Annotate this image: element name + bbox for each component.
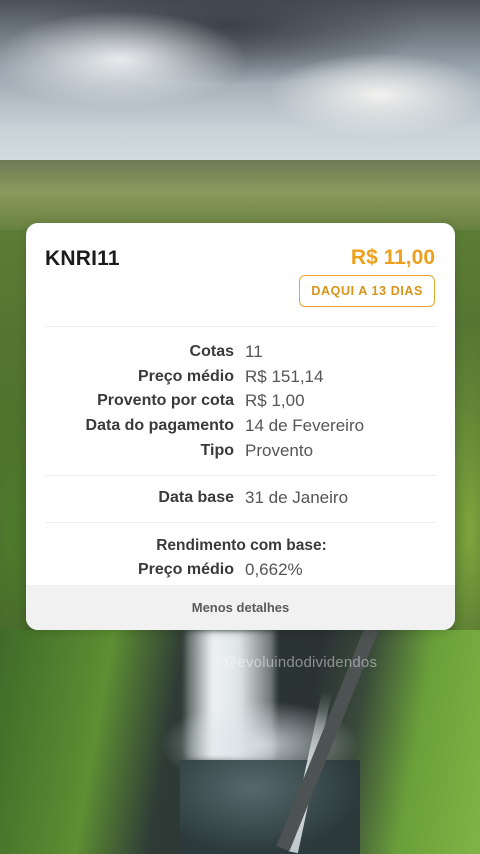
rendimento-section: Rendimento com base: Preço médio 0,662%	[26, 523, 455, 595]
rendimento-title: Rendimento com base:	[156, 536, 327, 554]
less-details-button[interactable]: Menos detalhes	[26, 585, 455, 630]
detail-row-cotas: Cotas 11	[26, 340, 455, 365]
card-header: KNRI11 R$ 11,00 DAQUI A 13 DIAS	[26, 223, 455, 326]
detail-label: Data do pagamento	[85, 417, 234, 435]
detail-label: Preço médio	[137, 367, 234, 385]
detail-label: Tipo	[200, 441, 234, 459]
details-list: Cotas 11 Preço médio R$ 151,14 Provento …	[26, 327, 455, 463]
ticker-symbol: KNRI11	[45, 247, 120, 270]
pool	[180, 760, 360, 854]
detail-row-tipo: Tipo Provento	[26, 438, 455, 463]
detail-value: Provento	[245, 440, 314, 460]
detail-value: 0,662%	[245, 559, 303, 579]
detail-label: Provento por cota	[97, 392, 234, 410]
base-date-section: Data base 31 de Janeiro	[26, 476, 455, 522]
detail-label: Preço médio	[137, 560, 234, 578]
detail-row-provento-por-cota: Provento por cota R$ 1,00	[26, 389, 455, 414]
watermark: @evoluindodividendos	[222, 654, 378, 671]
detail-row-data-base: Data base 31 de Janeiro	[26, 486, 455, 511]
dividend-amount: R$ 11,00	[350, 246, 435, 269]
detail-row-rendimento: Preço médio 0,662%	[26, 558, 455, 583]
dividend-card: KNRI11 R$ 11,00 DAQUI A 13 DIAS Cotas 11…	[26, 223, 455, 630]
detail-value: 14 de Fevereiro	[245, 416, 365, 436]
detail-value: 31 de Janeiro	[245, 488, 349, 508]
detail-label: Cotas	[189, 343, 234, 361]
detail-label: Data base	[158, 489, 234, 507]
detail-row-data-pagamento: Data do pagamento 14 de Fevereiro	[26, 414, 455, 439]
detail-value: 11	[245, 342, 263, 362]
detail-row-preco-medio: Preço médio R$ 151,14	[26, 365, 455, 390]
detail-value: R$ 1,00	[245, 391, 305, 411]
days-until-badge: DAQUI A 13 DIAS	[299, 275, 435, 307]
detail-value: R$ 151,14	[245, 366, 324, 386]
